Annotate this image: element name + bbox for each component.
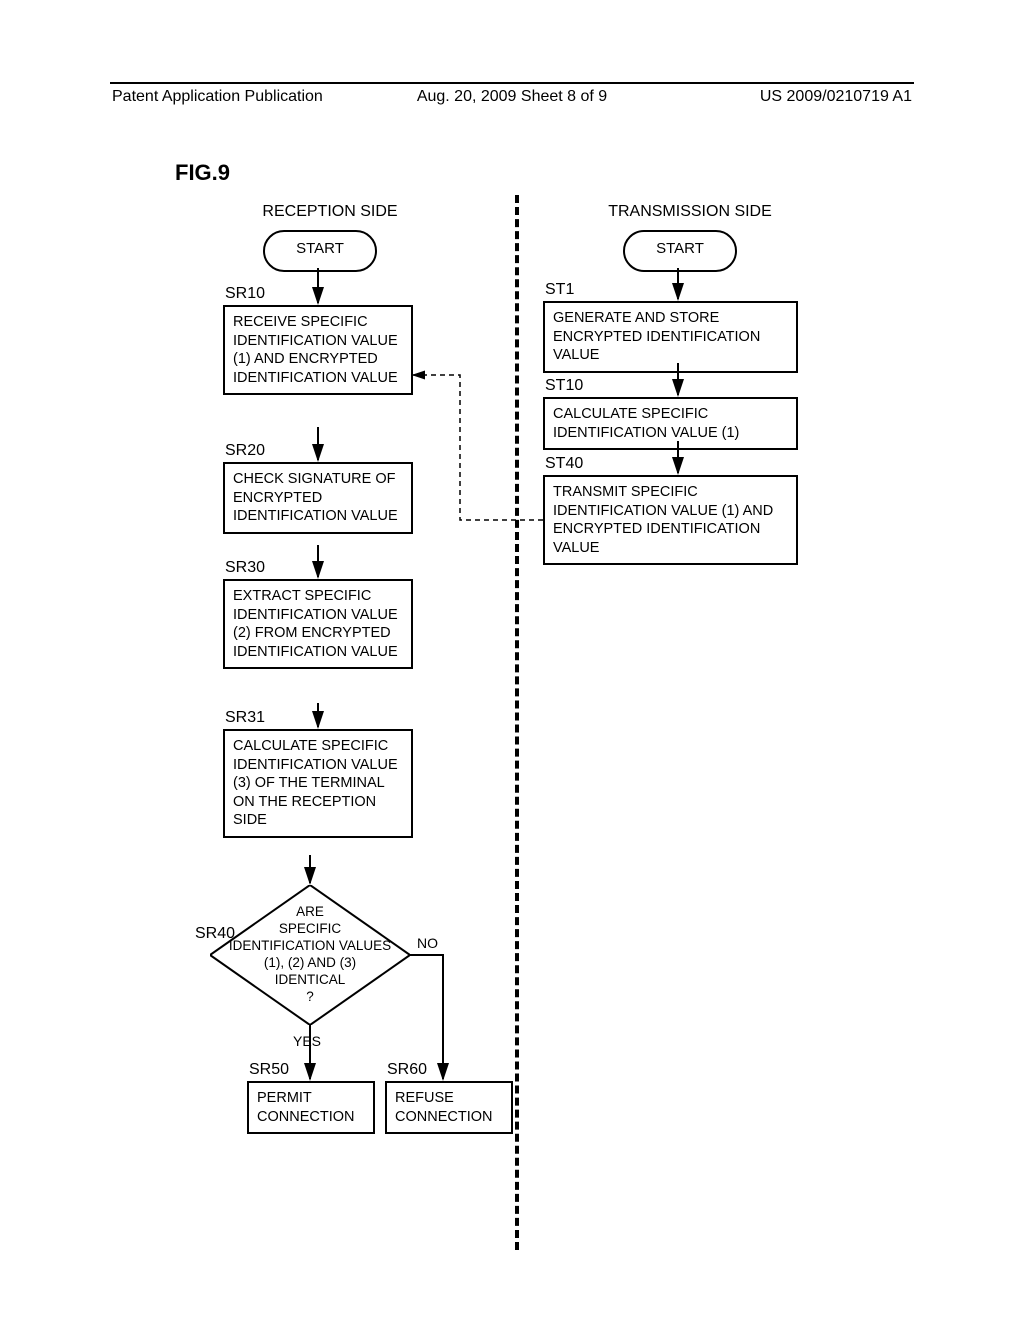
st1-label: ST1	[545, 281, 574, 299]
no-label: NO	[417, 935, 438, 951]
sr40-diamond: ARESPECIFICIDENTIFICATION VALUES(1), (2)…	[210, 885, 410, 1025]
header-left: Patent Application Publication	[112, 88, 323, 106]
arrow-overlay	[195, 195, 495, 345]
transmission-title: TRANSMISSION SIDE	[555, 203, 825, 221]
sr20-label: SR20	[225, 442, 265, 460]
st40-box: TRANSMIT SPECIFIC IDENTIFICATION VALUE (…	[543, 475, 798, 565]
sr31-box: CALCULATE SPECIFIC IDENTIFICATION VALUE …	[223, 729, 413, 838]
sr20-box: CHECK SIGNATURE OF ENCRYPTED IDENTIFICAT…	[223, 462, 413, 534]
st40-label: ST40	[545, 455, 583, 473]
figure-title: FIG.9	[175, 160, 230, 186]
header-center: Aug. 20, 2009 Sheet 8 of 9	[417, 88, 607, 106]
divider-line	[515, 195, 519, 1250]
flowchart: RECEPTION SIDE START SR10 RECEIVE SPECIF…	[195, 195, 835, 1265]
sr60-label: SR60	[387, 1061, 427, 1079]
st10-label: ST10	[545, 377, 583, 395]
transmission-start-oval: START	[623, 230, 737, 272]
sr30-box: EXTRACT SPECIFIC IDENTIFICATION VALUE (2…	[223, 579, 413, 669]
yes-label: YES	[293, 1033, 321, 1049]
st1-box: GENERATE AND STORE ENCRYPTED IDENTIFICAT…	[543, 301, 798, 373]
sr40-text: ARESPECIFICIDENTIFICATION VALUES(1), (2)…	[210, 885, 410, 1025]
header-right: US 2009/0210719 A1	[760, 88, 912, 106]
sr31-label: SR31	[225, 709, 265, 727]
header-rule	[110, 82, 914, 84]
sr50-label: SR50	[249, 1061, 289, 1079]
sr60-box: REFUSE CONNECTION	[385, 1081, 513, 1134]
sr30-label: SR30	[225, 559, 265, 577]
sr50-box: PERMIT CONNECTION	[247, 1081, 375, 1134]
page: Patent Application Publication Aug. 20, …	[0, 0, 1024, 1320]
st10-box: CALCULATE SPECIFIC IDENTIFICATION VALUE …	[543, 397, 798, 450]
